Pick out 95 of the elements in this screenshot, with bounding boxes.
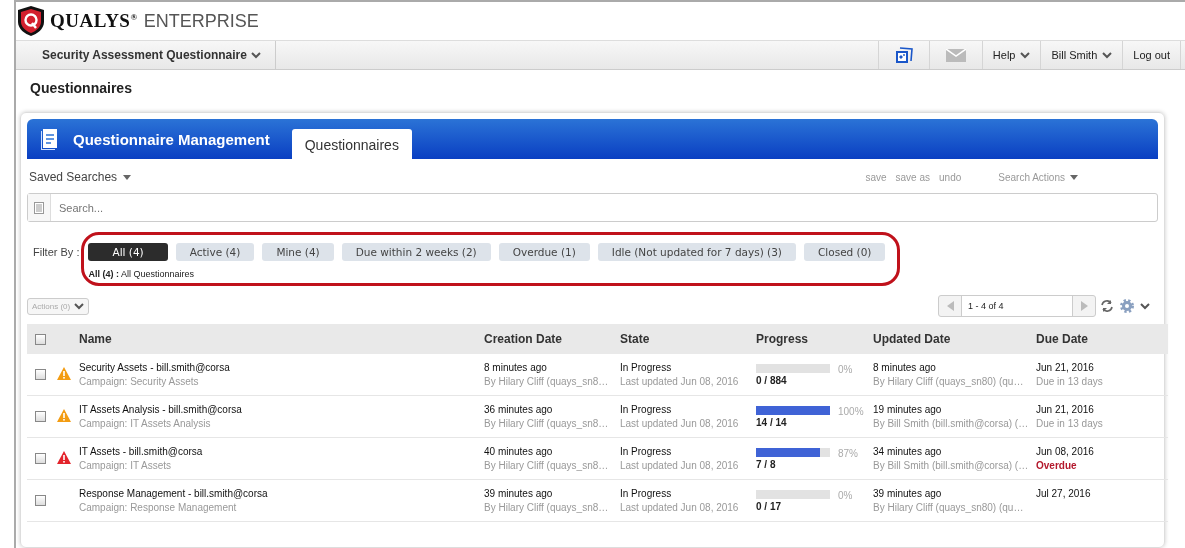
document-icon [41,128,59,150]
filter-chip[interactable]: Mine (4) [262,243,334,261]
right-triangle-icon [1080,301,1088,311]
filter-chip[interactable]: Due within 2 weeks (2) [341,243,491,261]
due-date: Jun 21, 2016 [1036,404,1095,415]
panel-title: Questionnaire Management [73,130,270,148]
filter-summary: All (4) : All Questionnaires [88,269,195,279]
table-cell-text: Last updated Jun 08, 2016 [620,376,740,387]
search-field[interactable]: Search... [27,193,1158,222]
table-cell-text: 8 minutes ago [873,362,937,373]
page-range: 1 - 4 of 4 [961,296,1073,316]
due-note: Overdue [1036,460,1078,471]
table-cell-text: 8 minutes ago [484,362,548,373]
filter-label: Filter By : [33,246,80,258]
left-triangle-icon [946,301,954,311]
warning-icon [57,409,71,422]
saved-searches-menu[interactable]: Saved Searches [29,170,132,184]
questionnaire-name[interactable]: IT Assets Analysis - bill.smith@corsa [79,404,484,415]
table-cell-text: In Progress [620,446,673,457]
table-cell-text: By Hilary Cliff (quays_sn8… [484,376,610,387]
table-cell-text: By Bill Smith (bill.smith@corsa) (… [873,460,1030,471]
questionnaire-name[interactable]: Security Assets - bill.smith@corsa [79,362,484,373]
table-cell-text: By Hilary Cliff (quays_sn8… [484,460,610,471]
table-cell-text: Last updated Jun 08, 2016 [620,418,740,429]
campaign-name: Campaign: Response Management [79,502,238,513]
module-menu[interactable]: Security Assessment Questionnaire [16,41,276,69]
row-checkbox[interactable] [35,495,46,506]
due-date: Jun 21, 2016 [1036,362,1095,373]
settings-icon[interactable] [1119,298,1135,314]
page-title: Questionnaires [29,79,133,98]
table-cell-text: By Bill Smith (bill.smith@corsa) (… [873,418,1030,429]
caret-icon [123,174,132,180]
table-cell-text: 39 minutes ago [484,488,554,499]
table-cell-text: Last updated Jun 08, 2016 [620,502,740,513]
progress-percent: 100% [838,405,864,417]
caret-icon [1102,51,1113,59]
due-note: Due in 13 days [1036,376,1104,387]
refresh-icon[interactable] [1100,299,1114,313]
table-cell-text: 34 minutes ago [873,446,943,457]
caret-icon [1020,51,1031,59]
due-note: Due in 13 days [1036,418,1104,429]
table-cell-text: In Progress [620,404,673,415]
envelope-icon [945,48,966,62]
table-cell-text: 39 minutes ago [873,488,943,499]
filter-chip[interactable]: Overdue (1) [498,243,590,261]
table-cell-text: 19 minutes ago [873,404,943,415]
campaign-name: Campaign: IT Assets Analysis [79,418,212,429]
progress-percent: 0% [838,489,853,501]
progress-percent: 0% [838,363,853,375]
row-checkbox[interactable] [35,453,46,464]
list-icon [34,201,44,214]
table-cell-text: By Hilary Cliff (quays_sn8… [484,418,610,429]
filter-chip[interactable]: Closed (0) [804,243,886,261]
questionnaire-name[interactable]: IT Assets - bill.smith@corsa [79,446,484,457]
table-cell-text: Last updated Jun 08, 2016 [620,460,740,471]
progress-count: 7 / 8 [756,458,777,470]
column-header[interactable]: Name [79,332,112,346]
table-cell-text: By Hilary Cliff (quays_sn8… [484,502,610,513]
filter-chip[interactable]: Active (4) [175,243,255,261]
filter-chip[interactable]: All (4) [88,243,168,261]
column-header[interactable]: State [620,332,650,346]
campaign-name: Campaign: IT Assets [79,460,173,471]
questionnaire-name[interactable]: Response Management - bill.smith@corsa [79,488,484,499]
table-cell-text: 36 minutes ago [484,404,554,415]
product-name: ENTERPRISE [143,10,259,32]
caret-icon [1140,302,1150,310]
user-menu[interactable]: Bill Smith [1040,41,1123,69]
table-cell-text: By Hilary Cliff (quays_sn80) (qu… [873,502,1025,513]
row-checkbox[interactable] [35,369,46,380]
column-header[interactable]: Due Date [1036,332,1088,346]
brand-name: QUALYS$^{®}$ [50,10,138,32]
help-menu[interactable]: Help [981,41,1041,69]
warning-icon [57,451,71,464]
row-checkbox[interactable] [35,411,46,422]
progress-count: 0 / 17 [756,500,783,512]
tab[interactable]: Questionnaires [291,129,412,159]
table-cell-text: 40 minutes ago [484,446,554,457]
due-date: Jun 08, 2016 [1036,446,1095,457]
caret-icon [1070,174,1078,180]
filter-chip[interactable]: Idle (Not updated for 7 days) (3) [597,243,796,261]
caret-icon [74,302,85,310]
cards-icon [894,46,913,64]
select-all-checkbox[interactable] [35,333,46,345]
campaign-name: Campaign: Security Assets [79,376,200,387]
progress-count: 14 / 14 [756,416,788,428]
progress-count: 0 / 884 [756,374,788,386]
table-cell-text: By Hilary Cliff (quays_sn80) (qu… [873,376,1025,387]
logout-link[interactable]: Log out [1122,41,1181,69]
warning-icon [57,367,71,380]
progress-percent: 87% [838,447,858,459]
shield-logo-icon [18,6,44,36]
due-date: Jul 27, 2016 [1036,487,1092,499]
caret-icon [251,51,261,59]
table-cell-text: In Progress [620,488,673,499]
table-cell-text: In Progress [620,362,673,373]
